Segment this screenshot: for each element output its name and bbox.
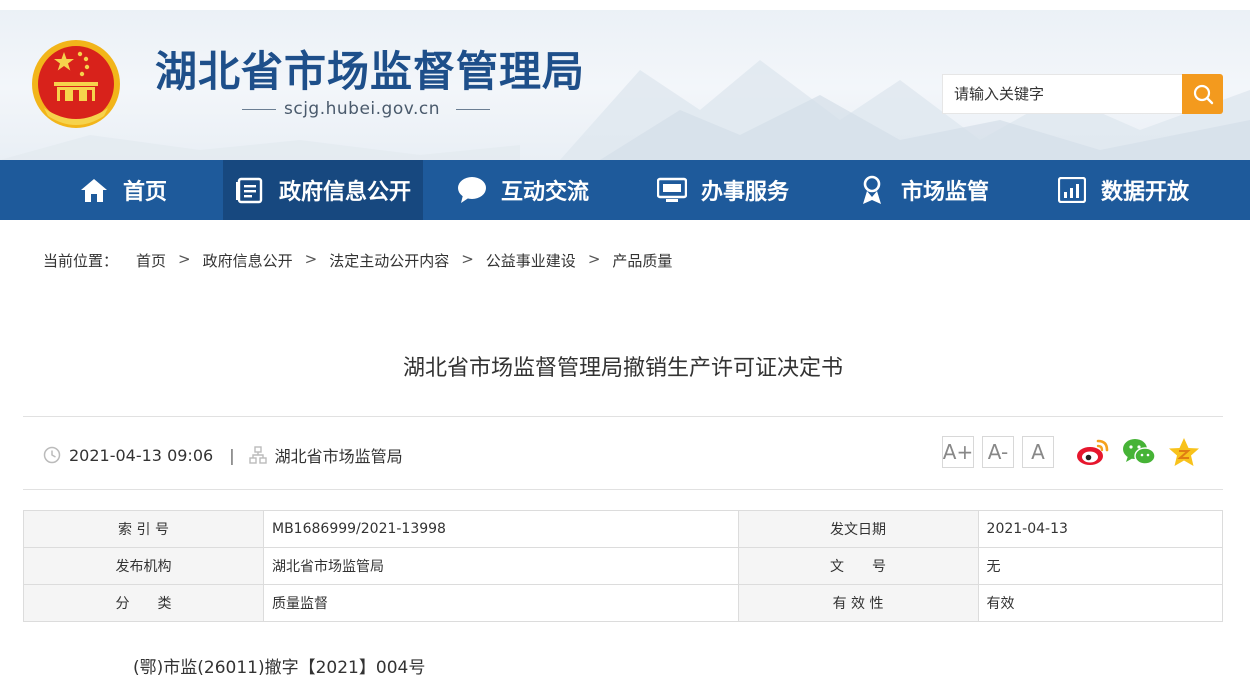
nav-item-open-data[interactable]: 数据开放	[1023, 160, 1223, 220]
share-weibo-button[interactable]	[1076, 436, 1110, 468]
meta-separator: |	[229, 445, 235, 465]
search-box	[942, 74, 1182, 114]
nav-label: 首页	[122, 180, 167, 205]
site-domain-text: scjg.hubei.gov.cn	[284, 99, 441, 119]
monitor-icon	[656, 175, 687, 205]
search-icon	[1193, 84, 1213, 105]
info-key: 发文日期	[737, 510, 979, 548]
site-header: 湖北省市场监督管理局 scjg.hubei.gov.cn	[0, 0, 1250, 160]
breadcrumb-gov-info[interactable]: 政府信息公开	[203, 250, 293, 271]
article-meta: 2021-04-13 09:06 | 湖北省市场监管局	[43, 443, 403, 467]
site-title[interactable]: 湖北省市场监督管理局	[155, 38, 585, 99]
meta-divider	[23, 489, 1223, 490]
article-title: 湖北省市场监督管理局撤销生产许可证决定书	[402, 356, 843, 381]
breadcrumb-public-welfare[interactable]: 公益事业建设	[486, 250, 576, 271]
table-row: 索 引 号 MB1686999/2021-13998 发文日期 2021-04-…	[23, 510, 1224, 548]
font-decrease-label: A-	[987, 440, 1009, 464]
home-icon	[79, 175, 109, 205]
wechat-icon	[1123, 439, 1156, 465]
document-list-icon	[235, 175, 265, 205]
nav-item-interaction[interactable]: 互动交流	[423, 160, 623, 220]
info-key: 分 类	[23, 584, 264, 622]
qzone-icon	[1169, 438, 1199, 466]
weibo-icon	[1077, 439, 1109, 465]
breadcrumb-separator: >	[587, 250, 601, 268]
title-divider	[23, 416, 1223, 417]
nav-label: 数据开放	[1100, 180, 1189, 205]
org-chart-icon	[248, 446, 267, 464]
breadcrumb-separator: >	[304, 250, 318, 268]
main-nav: 首页 政府信息公开 互动交流 办事服务 市场监管 数据开放	[0, 160, 1250, 220]
nav-item-gov-info[interactable]: 政府信息公开	[223, 160, 423, 220]
share-wechat-button[interactable]	[1122, 436, 1156, 468]
font-increase-button[interactable]: A+	[942, 436, 974, 468]
article-source: 湖北省市场监管局	[274, 447, 403, 466]
font-increase-label: A+	[942, 440, 974, 464]
domain-right-rule	[456, 109, 490, 110]
publish-datetime: 2021-04-13 09:06	[69, 445, 214, 465]
breadcrumb-separator: >	[178, 250, 191, 268]
clock-icon	[43, 446, 61, 464]
info-key: 文 号	[737, 547, 979, 585]
font-decrease-button[interactable]: A-	[982, 436, 1014, 468]
nav-item-home[interactable]: 首页	[23, 160, 223, 220]
share-qzone-button[interactable]	[1167, 436, 1201, 468]
breadcrumb-product-quality[interactable]: 产品质量	[612, 250, 672, 271]
breadcrumb-lead: 当前位置：	[43, 252, 119, 270]
nav-label: 互动交流	[500, 180, 589, 205]
font-default-label: A	[1031, 440, 1045, 464]
nav-item-services[interactable]: 办事服务	[623, 160, 823, 220]
info-value: MB1686999/2021-13998	[263, 510, 739, 548]
info-key: 发布机构	[23, 547, 264, 585]
nav-label: 政府信息公开	[278, 180, 411, 205]
breadcrumb-home[interactable]: 首页	[136, 250, 166, 271]
nav-label: 办事服务	[700, 180, 789, 205]
search-button[interactable]	[1182, 74, 1223, 114]
breadcrumb: 当前位置： 首页 > 政府信息公开 > 法定主动公开内容 > 公益事业建设 > …	[43, 250, 672, 271]
info-key: 有 效 性	[737, 584, 979, 622]
search-input[interactable]	[943, 75, 1182, 113]
info-value: 有效	[977, 584, 1224, 622]
national-emblem	[32, 40, 120, 128]
table-row: 分 类 质量监督 有 效 性 有效	[23, 584, 1224, 622]
document-number: (鄂)市监(26011)撤字【2021】004号	[133, 658, 426, 678]
info-key: 索 引 号	[23, 510, 264, 548]
inspector-badge-icon	[857, 175, 887, 205]
table-row: 发布机构 湖北省市场监管局 文 号 无	[23, 547, 1224, 585]
breadcrumb-statutory[interactable]: 法定主动公开内容	[329, 250, 449, 271]
info-value: 质量监督	[263, 584, 739, 622]
info-value: 湖北省市场监管局	[263, 547, 739, 585]
site-domain: scjg.hubei.gov.cn	[242, 98, 492, 122]
domain-left-rule	[242, 109, 276, 110]
nav-label: 市场监管	[900, 180, 989, 205]
font-default-button[interactable]: A	[1022, 436, 1054, 468]
info-value: 无	[977, 547, 1224, 585]
info-value: 2021-04-13	[977, 510, 1224, 548]
bar-chart-icon	[1057, 175, 1087, 205]
nav-item-market-supervision[interactable]: 市场监管	[823, 160, 1023, 220]
document-info-table: 索 引 号 MB1686999/2021-13998 发文日期 2021-04-…	[23, 510, 1224, 622]
breadcrumb-separator: >	[461, 250, 474, 268]
chat-bubble-icon	[457, 175, 487, 205]
